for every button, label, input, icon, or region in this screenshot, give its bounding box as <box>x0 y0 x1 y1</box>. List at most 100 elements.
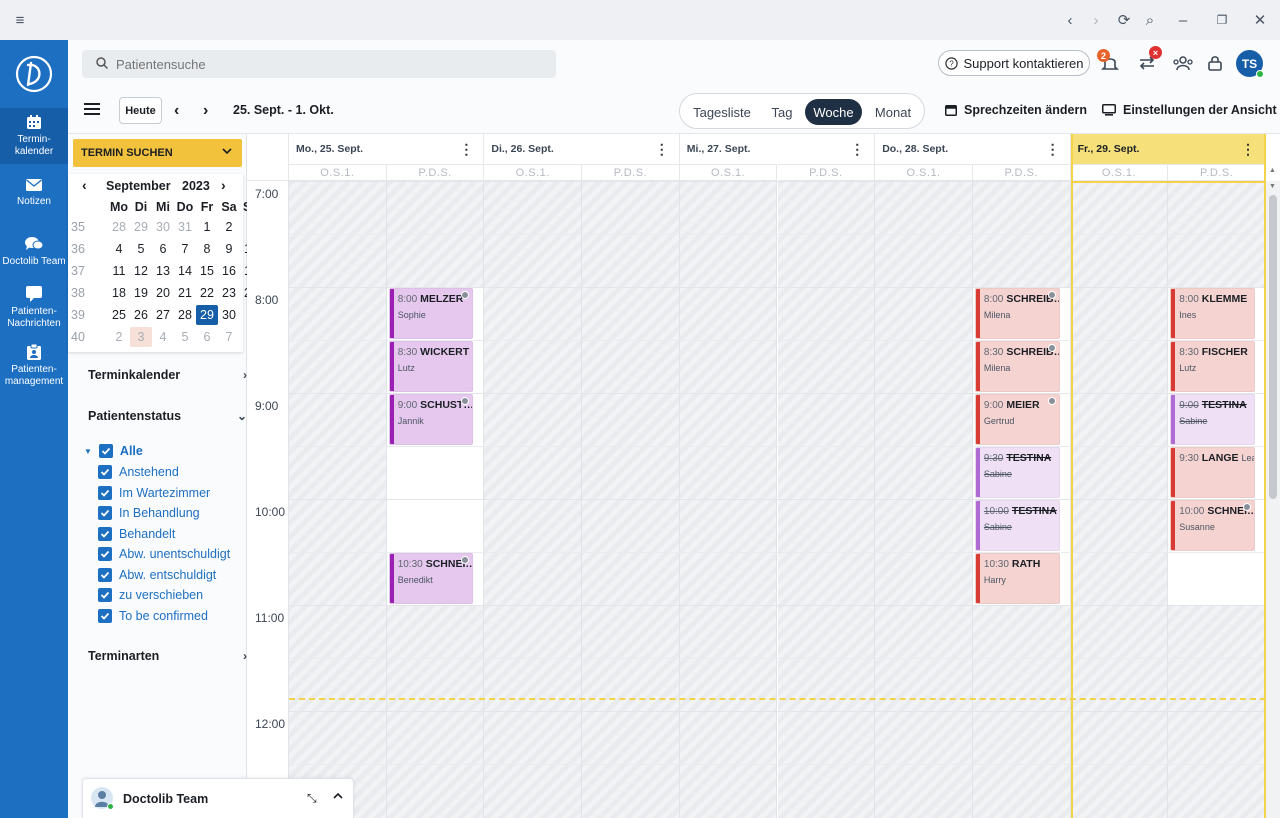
user-avatar[interactable]: TS <box>1236 50 1264 78</box>
sidebar-item-doctolib-team[interactable]: Doctolib Team <box>0 236 68 276</box>
status-checkbox[interactable]: Anstehend <box>98 463 179 481</box>
patientenstatus-section[interactable]: Patientenstatus ⌄ <box>88 409 247 423</box>
appointment[interactable]: 9:30 TESTINA Sabine <box>974 447 1060 498</box>
today-button[interactable]: Heute <box>119 97 162 124</box>
patient-search[interactable] <box>82 50 556 78</box>
appointment[interactable]: 10:30 SCHNEI… Benedikt <box>388 553 474 604</box>
office-hours-button[interactable]: Sprechzeiten ändern <box>945 103 1087 117</box>
appointment[interactable]: 8:30 WICKERT Lutz <box>388 341 474 392</box>
appointment[interactable]: 9:00 TESTINA Sabine <box>1170 394 1255 445</box>
minical-day[interactable]: 7 <box>218 327 240 347</box>
view-tagesliste[interactable]: Tagesliste <box>686 99 758 125</box>
status-checkbox[interactable]: Abw. entschuldigt <box>98 566 216 584</box>
chevron-up-icon[interactable] <box>333 790 343 804</box>
sidebar-item-terminkalender[interactable]: Termin- kalender <box>0 108 68 164</box>
minical-day[interactable]: 6 <box>196 327 218 347</box>
minical-day[interactable]: 22 <box>196 283 218 303</box>
minical-day[interactable]: 14 <box>174 261 196 281</box>
close-icon[interactable]: ✕ <box>1240 0 1280 40</box>
prev-week-button[interactable]: ‹ <box>174 102 179 120</box>
termin-search-button[interactable]: TERMIN SUCHEN <box>73 139 242 167</box>
sidebar-item-patienten-nachrichten[interactable]: Patienten- Nachrichten <box>0 286 68 338</box>
minical-day[interactable]: 29 <box>196 305 218 325</box>
minical-day[interactable]: 30 <box>218 305 240 325</box>
status-checkbox[interactable]: zu verschieben <box>98 586 203 604</box>
minical-day[interactable]: 15 <box>196 261 218 281</box>
sidebar-item-notizen[interactable]: Notizen <box>0 178 68 218</box>
minical-day[interactable]: 4 <box>152 327 174 347</box>
minical-day[interactable]: 21 <box>174 283 196 303</box>
status-checkbox[interactable]: Abw. unentschuldigt <box>98 545 230 563</box>
minical-day[interactable]: 9 <box>218 239 240 259</box>
minical-day[interactable]: 5 <box>174 327 196 347</box>
status-checkbox[interactable]: Im Wartezimmer <box>98 484 210 502</box>
appointment[interactable]: 9:00 MEIER Gertrud <box>974 394 1060 445</box>
search-input[interactable] <box>116 56 516 72</box>
hamburger-icon[interactable]: ≡ <box>0 0 40 40</box>
minical-day[interactable]: 23 <box>218 283 240 303</box>
minical-day[interactable]: 27 <box>152 305 174 325</box>
view-settings-button[interactable]: Einstellungen der Ansicht <box>1102 103 1277 117</box>
day-header[interactable]: Mi., 27. Sept. ⋮ <box>680 134 876 164</box>
doctolib-logo[interactable] <box>14 54 54 94</box>
view-woche[interactable]: Woche <box>805 99 862 125</box>
sidebar-item-patienten-management[interactable]: Patienten- management <box>0 344 68 396</box>
appointment[interactable]: 9:00 SCHUST… Jannik <box>388 394 474 445</box>
status-all-checkbox[interactable]: ▼ Alle <box>84 442 143 460</box>
minical-day[interactable]: 18 <box>108 283 130 303</box>
minical-day[interactable]: 28 <box>108 217 130 237</box>
restore-icon[interactable]: ❐ <box>1202 0 1242 40</box>
appointment[interactable]: 8:00 MELZER Sophie <box>388 288 474 339</box>
minimize-icon[interactable]: – <box>1163 0 1203 40</box>
minical-day[interactable]: 12 <box>130 261 152 281</box>
view-monat[interactable]: Monat <box>866 99 920 125</box>
status-checkbox[interactable]: To be confirmed <box>98 607 208 625</box>
more-options-icon[interactable]: ⋮ <box>1046 141 1060 158</box>
minical-next-button[interactable]: › <box>221 177 226 193</box>
minical-day[interactable]: 28 <box>174 305 196 325</box>
appointment[interactable]: 10:00 SCHNEI… Susanne <box>1170 500 1255 551</box>
minical-day[interactable]: 13 <box>152 261 174 281</box>
day-header[interactable]: Mo., 25. Sept. ⋮ <box>289 134 485 164</box>
sync-button[interactable]: × <box>1136 46 1162 74</box>
minical-day[interactable]: 4 <box>108 239 130 259</box>
minical-day[interactable]: 29 <box>130 217 152 237</box>
appointment[interactable]: 10:30 RATH Harry <box>974 553 1060 604</box>
doctolib-team-chat-bar[interactable]: Doctolib Team ⤡ <box>82 778 354 818</box>
minical-day[interactable]: 16 <box>218 261 240 281</box>
minical-day[interactable]: 11 <box>108 261 130 281</box>
appointment[interactable]: 8:30 FISCHER Lutz <box>1170 341 1255 392</box>
scrollbar-thumb[interactable] <box>1269 195 1277 499</box>
collapse-icon[interactable]: ⤡ <box>307 791 317 806</box>
more-options-icon[interactable]: ⋮ <box>850 141 864 158</box>
minical-day[interactable]: 20 <box>152 283 174 303</box>
minical-day[interactable]: 5 <box>130 239 152 259</box>
appointment[interactable]: 8:30 SCHREIB… Milena <box>974 341 1060 392</box>
minical-day[interactable]: 3 <box>130 327 152 347</box>
day-header[interactable]: Do., 28. Sept. ⋮ <box>875 134 1071 164</box>
more-options-icon[interactable]: ⋮ <box>655 141 669 158</box>
appointment[interactable]: 10:00 TESTINA Sabine <box>974 500 1060 551</box>
team-button[interactable] <box>1170 52 1196 74</box>
menu-toggle-button[interactable] <box>84 102 100 119</box>
day-header[interactable]: Di., 26. Sept. ⋮ <box>484 134 680 164</box>
day-header[interactable]: Fr., 29. Sept. ⋮ <box>1070 134 1266 164</box>
minical-day[interactable]: 25 <box>108 305 130 325</box>
scroll-down-icon[interactable]: ▼ <box>1269 183 1276 190</box>
minical-day[interactable]: 26 <box>130 305 152 325</box>
notifications-button[interactable]: 2 <box>1097 49 1121 74</box>
status-checkbox[interactable]: Behandelt <box>98 525 175 543</box>
minical-day[interactable]: 31 <box>174 217 196 237</box>
minical-day[interactable]: 2 <box>218 217 240 237</box>
support-button[interactable]: ? Support kontaktieren <box>938 50 1090 76</box>
minical-day[interactable]: 6 <box>152 239 174 259</box>
appointment[interactable]: 8:00 KLEMME Ines <box>1170 288 1255 339</box>
appointment[interactable]: 8:00 SCHREIB… Milena <box>974 288 1060 339</box>
calendar-scrollbar[interactable]: ▲ ▼ <box>1266 167 1280 818</box>
more-options-icon[interactable]: ⋮ <box>459 141 473 158</box>
minical-day[interactable]: 19 <box>130 283 152 303</box>
minical-day[interactable]: 30 <box>152 217 174 237</box>
minical-prev-button[interactable]: ‹ <box>82 177 87 193</box>
status-checkbox[interactable]: In Behandlung <box>98 504 200 522</box>
terminarten-section[interactable]: Terminarten › <box>88 649 247 663</box>
